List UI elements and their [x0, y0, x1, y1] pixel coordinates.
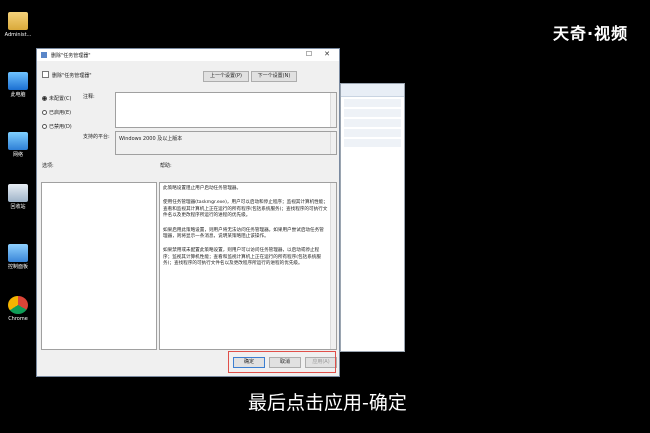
policy-header-title: 删除"任务管理器"	[52, 73, 92, 79]
supported-label: 支持的平台:	[83, 134, 110, 140]
highlight-box	[228, 351, 336, 373]
desktop-icon-label: 此电脑	[10, 92, 26, 98]
help-paragraph: 此策略设置阻止用户启动任务管理器。	[163, 186, 242, 191]
help-paragraph: 使用任务管理器(taskmgr.exe)，用户可以启动和停止程序；监视其计算机性…	[163, 200, 328, 219]
options-pane	[41, 182, 157, 350]
comment-label: 注释:	[83, 94, 95, 100]
desktop-icon-chrome[interactable]: Chrome	[4, 296, 32, 323]
user-folder-icon	[8, 12, 28, 30]
control-panel-icon	[8, 244, 28, 262]
desktop-icon-label: Administ...	[4, 32, 32, 38]
desktop-icon-admin[interactable]: Administ...	[4, 12, 32, 39]
desktop-icon-control-panel[interactable]: 控制面板	[4, 244, 32, 271]
radio-dot	[42, 110, 47, 115]
desktop-icon-label: 回收站	[10, 204, 26, 210]
policy-dialog: 删除"任务管理器" ☐ ✕ 删除"任务管理器" 上一个设置(P) 下一个设置(N…	[36, 48, 340, 377]
chrome-icon	[8, 296, 28, 314]
help-paragraph: 如果启用此策略设置，则用户将无法访问任务管理器。如果用户尝试启动任务管理器，则将…	[163, 227, 324, 240]
comment-scrollbar[interactable]	[330, 93, 336, 127]
policy-icon	[42, 71, 49, 78]
computer-icon	[8, 72, 28, 90]
desktop-icon-network[interactable]: 网络	[4, 132, 32, 159]
next-setting-button[interactable]: 下一个设置(N)	[251, 71, 297, 82]
radio-dot	[42, 124, 47, 129]
help-scrollbar[interactable]	[330, 183, 336, 349]
supported-field: Windows 2000 及以上版本	[115, 131, 337, 155]
desktop-icon-this-pc[interactable]: 此电脑	[4, 72, 32, 99]
background-window	[340, 83, 405, 352]
help-paragraph: 如果禁用或未配置此策略设置，则用户可以访问任务管理器，以启动或停止程序；监视其计…	[163, 248, 321, 267]
desktop-icon-label: 控制面板	[7, 264, 28, 270]
dialog-titlebar: 删除"任务管理器" ☐ ✕	[37, 49, 339, 61]
desktop-icon-label: Chrome	[8, 316, 28, 322]
supported-scrollbar[interactable]	[330, 132, 336, 154]
recycle-bin-icon	[8, 184, 28, 202]
radio-label: 未配置(C)	[49, 96, 72, 102]
radio-label: 已禁用(D)	[49, 124, 72, 130]
window-icon	[41, 52, 47, 58]
dialog-title: 删除"任务管理器"	[51, 53, 91, 59]
comment-textarea[interactable]	[115, 92, 337, 128]
help-pane: 此策略设置阻止用户启动任务管理器。 使用任务管理器(taskmgr.exe)，用…	[159, 182, 337, 350]
maximize-button[interactable]: ☐	[303, 50, 315, 59]
radio-label: 已启用(E)	[49, 110, 72, 116]
watermark-logo: 天奇·视频	[553, 24, 629, 43]
options-label: 选项:	[42, 163, 54, 169]
desktop-icon-label: 网络	[12, 152, 23, 158]
help-label: 帮助:	[160, 163, 172, 169]
radio-dot	[42, 96, 47, 101]
radio-not-configured[interactable]: 未配置(C)	[42, 95, 71, 102]
prev-setting-button[interactable]: 上一个设置(P)	[203, 71, 249, 82]
radio-enabled[interactable]: 已启用(E)	[42, 109, 71, 116]
radio-disabled[interactable]: 已禁用(D)	[42, 123, 72, 130]
desktop-icon-recycle-bin[interactable]: 回收站	[4, 184, 32, 211]
video-caption: 最后点击应用-确定	[248, 392, 407, 414]
network-icon	[8, 132, 28, 150]
supported-value: Windows 2000 及以上版本	[119, 136, 183, 142]
close-button[interactable]: ✕	[321, 50, 333, 59]
